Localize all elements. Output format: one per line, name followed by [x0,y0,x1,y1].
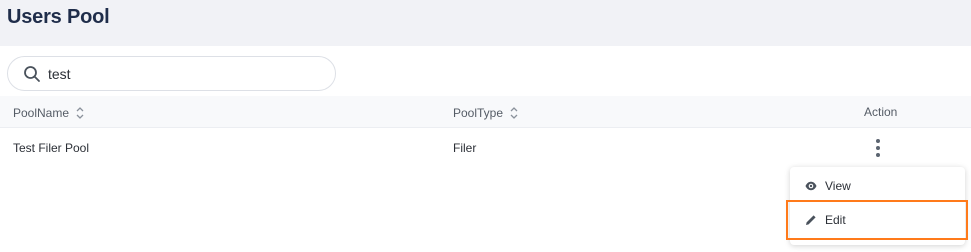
users-pool-page: Users Pool PoolName PoolType Action [0,0,971,252]
column-header-poolname[interactable]: PoolName [13,105,85,121]
eye-icon [805,181,817,191]
menu-item-edit[interactable]: Edit [790,203,965,237]
search-box[interactable] [7,56,336,91]
table-row[interactable]: Test Filer Pool Filer [0,129,971,167]
menu-item-label: Edit [825,213,846,227]
column-label: PoolType [453,106,504,120]
page-title: Users Pool [7,6,110,28]
search-input[interactable] [48,63,318,85]
column-header-pooltype[interactable]: PoolType [453,105,519,121]
table-header: PoolName PoolType Action [0,96,971,128]
sort-icon[interactable] [509,105,519,121]
menu-item-label: View [825,179,851,193]
pool-type-cell: Filer [453,141,477,155]
page-header: Users Pool [0,0,971,46]
column-label: Action [864,105,898,119]
column-header-action: Action [864,105,897,119]
menu-item-view[interactable]: View [790,169,965,203]
column-label: PoolName [13,106,70,120]
search-icon [24,66,40,82]
sort-icon[interactable] [75,105,85,121]
kebab-dot [876,139,880,143]
pencil-icon [806,215,816,225]
kebab-dot [876,146,880,150]
pool-name-cell: Test Filer Pool [13,141,90,155]
kebab-dot [876,153,880,157]
action-menu: View Edit [790,167,965,245]
more-vertical-icon[interactable] [870,137,886,159]
